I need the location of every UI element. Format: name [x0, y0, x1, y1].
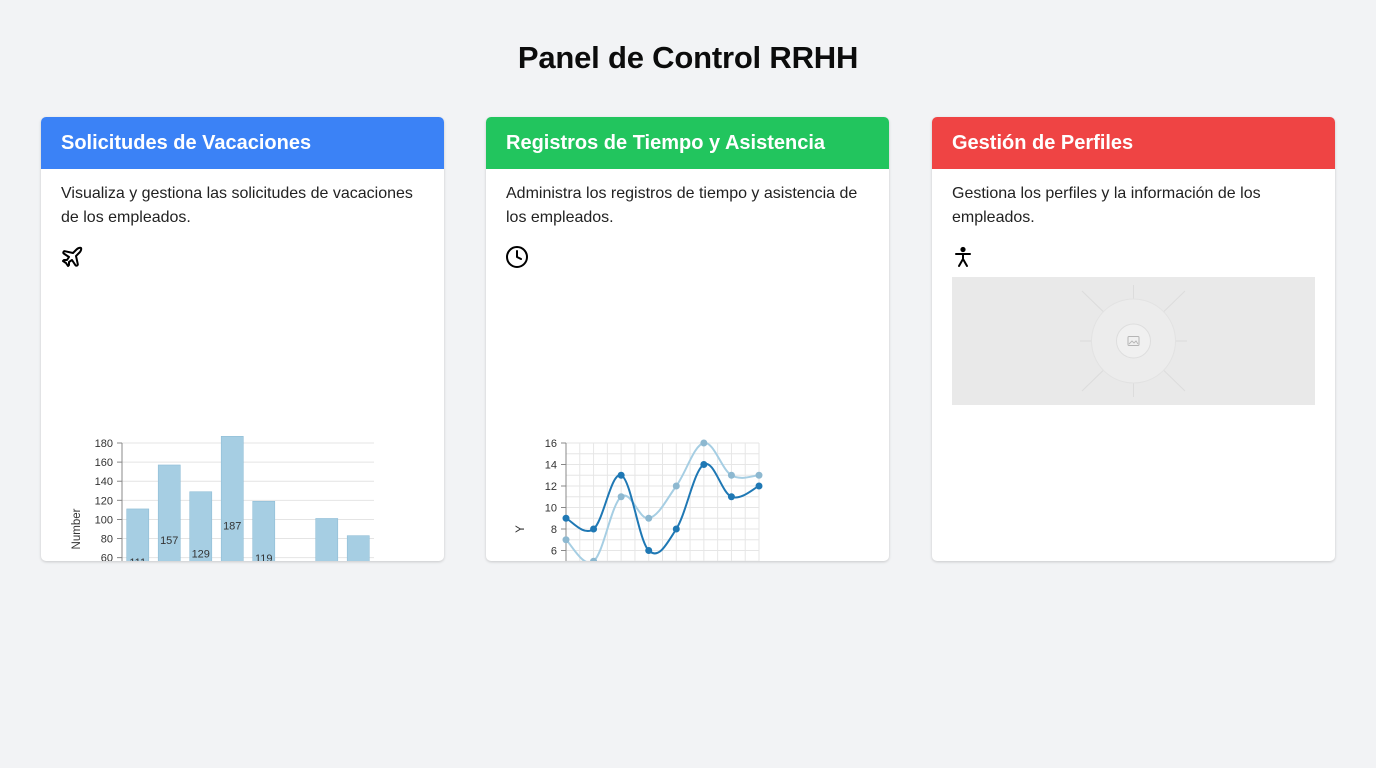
vacation-bar-chart: 020406080100120140160180111A157B129C187D… [41, 307, 444, 561]
y-tick-label: 8 [551, 524, 557, 536]
y-tick-label: 140 [95, 476, 113, 488]
series-point-b [672, 482, 680, 490]
y-tick-label: 10 [545, 503, 557, 515]
accessibility-icon [951, 245, 975, 269]
series-point-b [755, 471, 763, 479]
profile-management-card[interactable]: Gestión de Perfiles Gestiona los perfile… [932, 117, 1335, 561]
page-title: Panel de Control RRHH [517, 40, 859, 75]
bar [252, 500, 276, 561]
y-tick-label: 160 [95, 457, 113, 469]
image-placeholder [952, 277, 1315, 405]
image-placeholder-icon [1080, 285, 1187, 397]
series-point-a [755, 482, 763, 490]
card-description: Visualiza y gestiona las solicitudes de … [61, 185, 413, 226]
card-title: Registros de Tiempo y Asistencia [506, 131, 825, 154]
card-description: Administra los registros de tiempo y asi… [506, 185, 858, 226]
vacation-requests-card[interactable]: Solicitudes de Vacaciones Visualiza y ge… [41, 117, 444, 561]
bar-value-label: 119 [255, 553, 273, 561]
series-point-a [672, 525, 680, 533]
y-tick-label: 12 [545, 481, 557, 493]
y-tick-label: 80 [101, 534, 113, 546]
clock-icon [505, 245, 529, 269]
y-tick-label: 14 [545, 460, 557, 472]
y-axis-title: Number [71, 508, 83, 549]
series-point-a [617, 471, 625, 479]
bar-chart-svg: 020406080100120140160180111A157B129C187D… [71, 436, 374, 561]
series-point-b [617, 493, 625, 501]
card-header: Registros de Tiempo y Asistencia [486, 117, 889, 169]
series-point-b [700, 439, 708, 447]
bar [220, 436, 244, 561]
plane-icon [60, 245, 84, 269]
series-point-b [727, 471, 735, 479]
card-title: Gestión de Perfiles [952, 131, 1134, 154]
series-point-a [590, 525, 598, 533]
y-tick-label: 16 [545, 438, 557, 450]
series-point-a [562, 514, 570, 522]
bar-value-label: 129 [192, 548, 210, 560]
bar [346, 535, 370, 561]
y-axis-title: Y [515, 525, 527, 533]
y-tick-label: 6 [551, 546, 557, 558]
y-tick-label: 120 [95, 495, 113, 507]
card-title: Solicitudes de Vacaciones [61, 131, 312, 154]
bar [315, 518, 339, 561]
y-tick-label: 60 [101, 553, 113, 561]
time-attendance-card[interactable]: Registros de Tiempo y Asistencia Adminis… [486, 117, 889, 561]
card-description: Gestiona los perfiles y la información d… [952, 185, 1261, 226]
y-tick-label: 180 [95, 438, 113, 450]
attendance-line-chart: 0246810121416Jan 01Jan 02Jan 03Jan 04Jan… [486, 307, 889, 561]
bar-value-label: 187 [223, 521, 241, 533]
bar [126, 508, 150, 561]
series-point-a [645, 547, 653, 554]
series-point-a [700, 461, 708, 468]
y-tick-label: 100 [95, 514, 113, 526]
line-chart-svg: 0246810121416Jan 01Jan 02Jan 03Jan 04Jan… [515, 438, 763, 561]
bar-value-label: 157 [160, 535, 178, 547]
series-point-a [727, 493, 735, 501]
card-header: Solicitudes de Vacaciones [41, 117, 444, 169]
card-header: Gestión de Perfiles [932, 117, 1335, 169]
bar-value-label: 111 [129, 557, 146, 561]
series-point-b [645, 514, 653, 522]
series-point-b [562, 536, 570, 544]
